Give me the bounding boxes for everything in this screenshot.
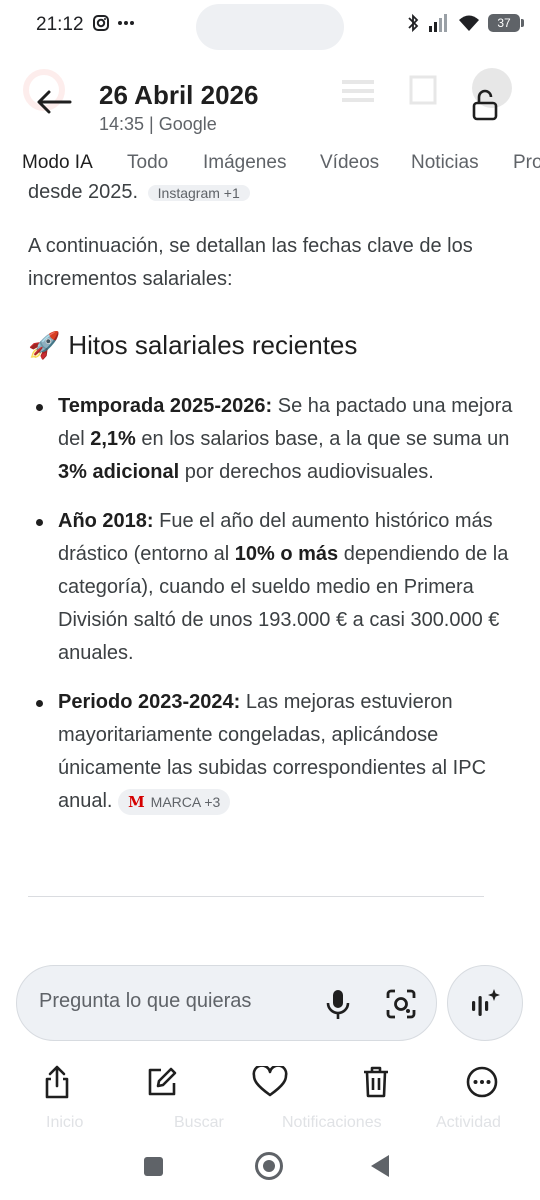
recents-button[interactable] [144,1157,163,1176]
marca-logo-icon: M [128,792,145,811]
page-subtitle: 14:35 | Google [99,114,217,134]
ai-mode-button[interactable] [447,965,523,1041]
bluetooth-icon [408,13,419,33]
status-right-icons: 37 [406,13,524,33]
list-item: Temporada 2025-2026: Se ha pactado una m… [28,390,520,489]
faded-edit-icon [409,75,437,105]
bullet-bold: 3% adicional [58,461,180,483]
like-button[interactable] [248,1060,292,1104]
bullet-text: en los salarios base, a la que se suma u… [135,428,510,450]
ghost-label: Buscar [174,1114,224,1131]
tab-pro[interactable]: Pro [513,152,540,174]
home-button[interactable] [255,1152,283,1180]
ai-sparkle-bars-icon [472,989,500,1016]
tab-todo[interactable]: Todo [127,152,168,174]
ghost-label: Inicio [46,1114,84,1131]
tab-noticias[interactable]: Noticias [411,152,479,174]
ask-input-placeholder[interactable]: Pregunta lo que quieras [39,990,251,1013]
bullet-bold: 10% o más [234,543,339,565]
bullet-label: Temporada 2025-2026: [58,395,273,417]
mic-icon [326,990,350,1019]
source-chip-instagram[interactable]: Instagram +1 [147,185,250,201]
ask-input-bar[interactable]: Pregunta lo que quieras [16,965,437,1041]
wifi-icon [459,15,479,31]
share-button[interactable] [35,1060,79,1104]
instagram-icon [93,15,109,31]
milestones-list: Temporada 2025-2026: Se ha pactado una m… [28,390,520,834]
battery-icon: 37 [488,14,524,32]
back-button[interactable] [30,80,78,124]
mic-button[interactable] [323,988,353,1020]
status-left-icons [92,14,136,32]
section-title: Hitos salariales recientes [68,330,358,360]
share-icon [45,1065,69,1099]
lens-camera-icon [386,989,416,1019]
cut-off-text: desde 2025. [28,184,139,203]
lock-button[interactable] [462,82,508,128]
trash-icon [364,1066,388,1098]
edit-button[interactable] [140,1060,184,1104]
page-title: 26 Abril 2026 [99,80,259,110]
section-heading: 🚀 Hitos salariales recientes [28,330,357,361]
ai-answer-content: desde 2025. Instagram +1 A continuación,… [0,184,540,944]
system-navigation-bar [0,1140,540,1200]
more-options-button[interactable] [460,1060,504,1104]
list-item: Año 2018: Fue el año del aumento históri… [28,505,520,670]
cut-off-line: desde 2025. Instagram +1 [28,184,250,204]
bullet-label: Periodo 2023-2024: [58,691,241,713]
bullet-bold: 2,1% [90,428,136,450]
more-horizontal-icon [466,1066,498,1098]
ghost-label: Notificaciones [282,1114,382,1131]
system-back-button[interactable] [371,1155,389,1177]
source-chip-marca[interactable]: M MARCA +3 [118,788,231,815]
tab-videos[interactable]: Vídeos [320,152,379,174]
bullet-text: por derechos audiovisuales. [179,461,434,483]
status-bar: 21:12 37 [0,0,540,52]
status-time: 21:12 [36,14,84,35]
search-tabs: Modo IA Todo Imágenes Vídeos Noticias Pr… [0,146,540,184]
divider [28,896,484,897]
bullet-label: Año 2018: [58,510,154,532]
heart-icon [252,1066,288,1097]
delete-button[interactable] [354,1060,398,1104]
google-lens-button[interactable] [385,988,417,1020]
signal-icon [429,14,447,32]
lock-open-icon [472,89,498,121]
camera-pill [196,4,344,50]
edit-note-icon [148,1067,177,1096]
tab-imagenes[interactable]: Imágenes [203,152,286,174]
rocket-icon: 🚀 [28,330,61,360]
faded-menu-icon [342,80,374,102]
list-item: Periodo 2023-2024: Las mejoras estuviero… [28,686,520,818]
more-dots-icon [118,21,134,25]
bottom-toolbar: Inicio Buscar Notificaciones Actividad [0,1056,540,1136]
intro-paragraph: A continuación, se detallan las fechas c… [28,235,473,290]
article-header: 26 Abril 2026 14:35 | Google [0,62,540,144]
source-chip-label: MARCA +3 [150,793,221,810]
tab-modo-ia[interactable]: Modo IA [22,152,93,174]
ghost-label: Actividad [436,1114,501,1131]
arrow-left-icon [37,90,72,114]
